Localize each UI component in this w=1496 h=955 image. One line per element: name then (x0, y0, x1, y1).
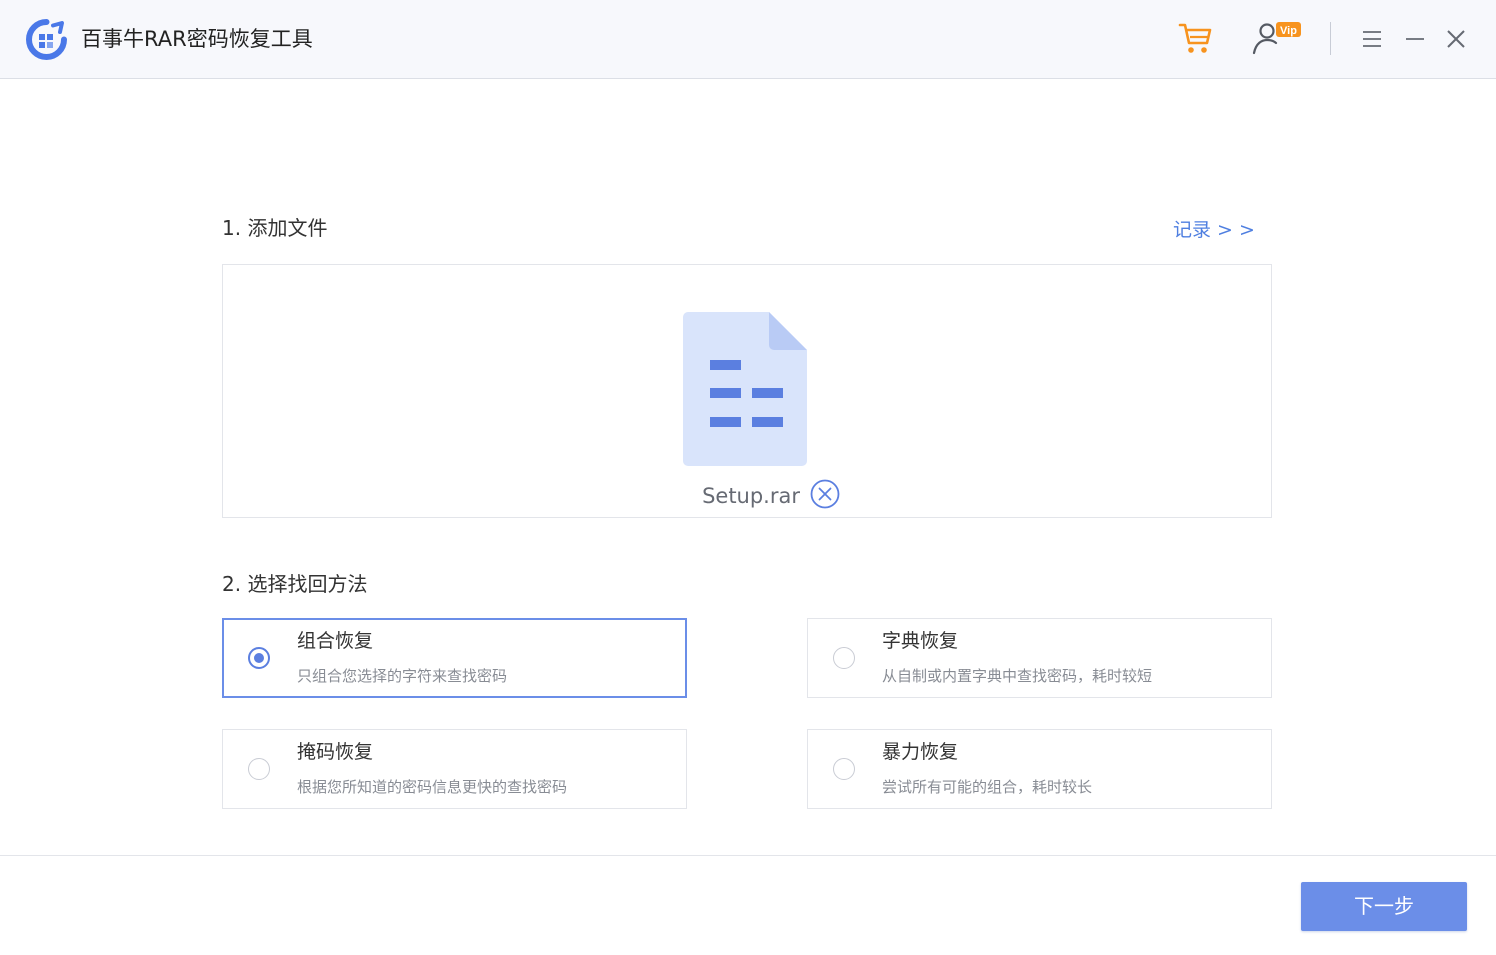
cart-icon[interactable] (1178, 20, 1214, 56)
method-description: 从自制或内置字典中查找密码，耗时较短 (882, 667, 1153, 685)
toolbar-divider (1330, 22, 1331, 55)
title-bar: 百事牛RAR密码恢复工具 Vip (0, 0, 1496, 79)
minimize-icon[interactable] (1404, 28, 1426, 50)
app-logo-icon (26, 19, 67, 60)
radio-dot (254, 653, 264, 663)
next-step-button[interactable]: 下一步 (1301, 882, 1467, 931)
method-description: 根据您所知道的密码信息更快的查找密码 (297, 778, 568, 796)
radio-button[interactable] (833, 758, 855, 780)
step1-title: 1. 添加文件 (222, 216, 328, 240)
file-name: Setup.rar (702, 484, 800, 508)
method-title: 暴力恢复 (882, 741, 959, 763)
method-description: 尝试所有可能的组合，耗时较长 (882, 778, 1093, 796)
close-icon[interactable] (1445, 28, 1467, 50)
radio-button[interactable] (248, 758, 270, 780)
method-title: 掩码恢复 (297, 741, 374, 763)
radio-button[interactable] (248, 647, 270, 669)
method-card-dictionary[interactable]: 字典恢复 从自制或内置字典中查找密码，耗时较短 (807, 618, 1272, 698)
vip-user-icon[interactable]: Vip (1250, 20, 1302, 56)
remove-file-icon[interactable] (810, 479, 840, 509)
footer-divider (0, 855, 1496, 856)
step2-title: 2. 选择找回方法 (222, 572, 368, 596)
app-window: 百事牛RAR密码恢复工具 Vip 1. 添加文件 记录 > > Setup.ra… (0, 0, 1496, 955)
vip-badge: Vip (1280, 25, 1297, 37)
radio-button[interactable] (833, 647, 855, 669)
file-document-icon (683, 312, 807, 466)
method-card-mask[interactable]: 掩码恢复 根据您所知道的密码信息更快的查找密码 (222, 729, 687, 809)
method-card-brute-force[interactable]: 暴力恢复 尝试所有可能的组合，耗时较长 (807, 729, 1272, 809)
app-title: 百事牛RAR密码恢复工具 (81, 27, 313, 51)
history-link[interactable]: 记录 > > (1173, 216, 1255, 244)
method-card-combination[interactable]: 组合恢复 只组合您选择的字符来查找密码 (222, 618, 687, 698)
method-title: 字典恢复 (882, 630, 959, 652)
method-description: 只组合您选择的字符来查找密码 (297, 667, 508, 685)
method-title: 组合恢复 (297, 630, 374, 652)
menu-icon[interactable] (1361, 28, 1383, 50)
